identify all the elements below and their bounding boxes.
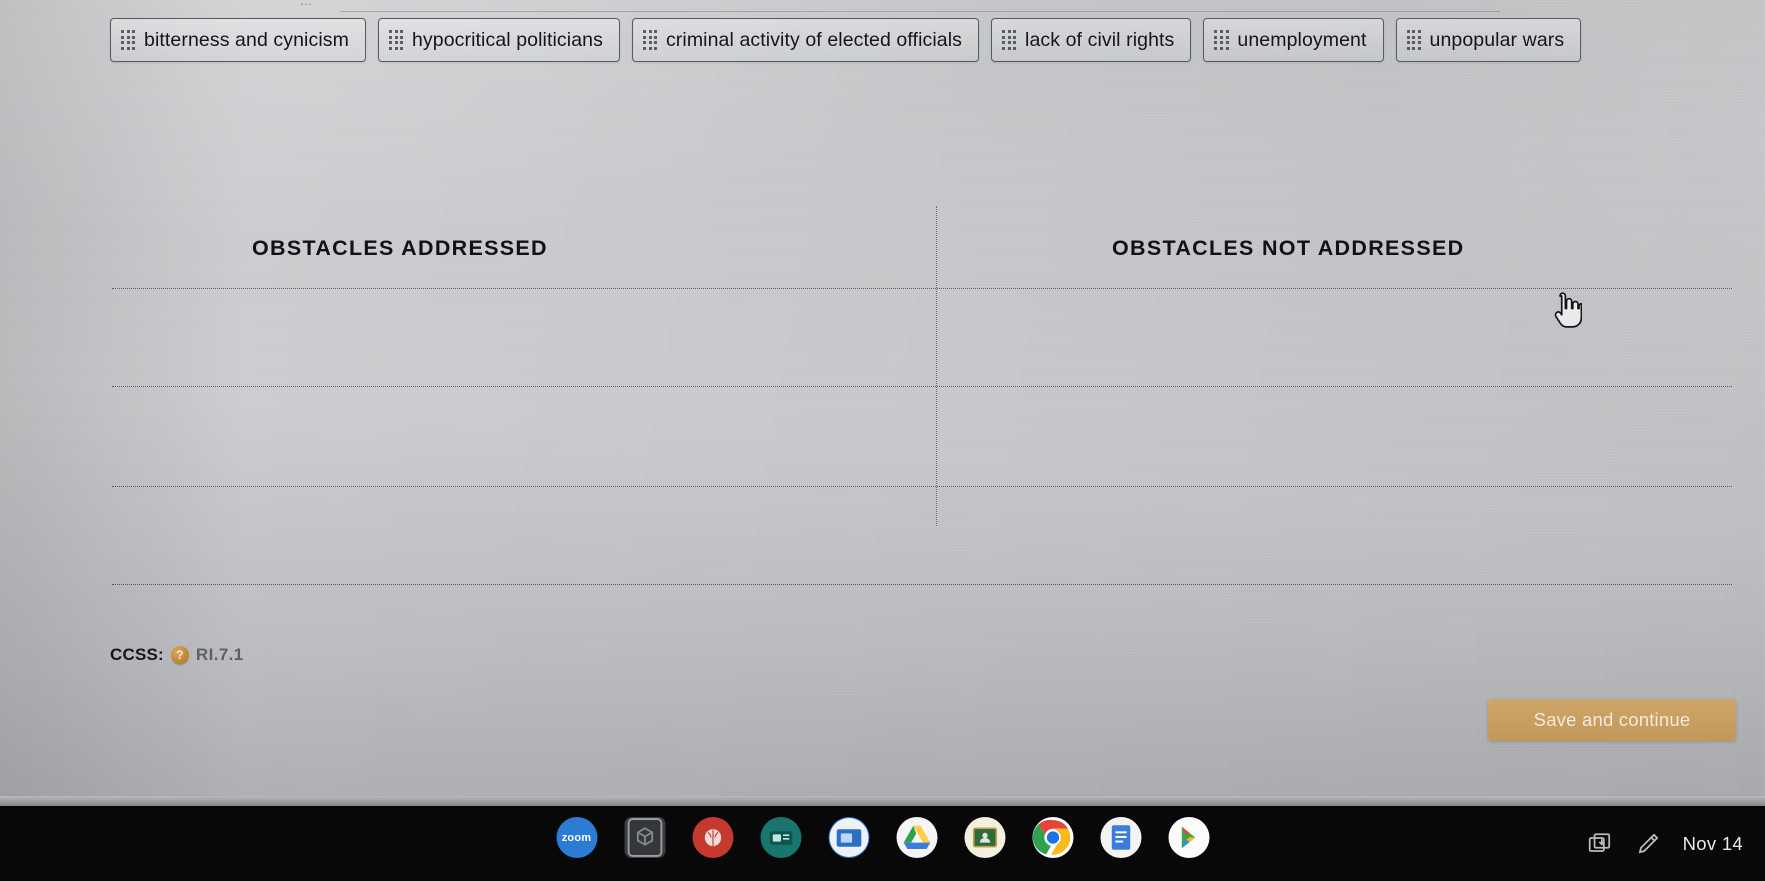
row-divider [112,386,1732,387]
ccss-label: CCSS: [110,645,164,664]
brainpop-icon [692,817,733,858]
drag-handle-icon[interactable] [642,30,658,50]
answer-chip[interactable]: unpopular wars [1395,18,1582,62]
shelf-app-google-chrome[interactable] [1032,817,1073,858]
row-divider [112,486,1732,487]
drag-handle-icon[interactable] [388,30,404,50]
top-divider [340,11,1500,12]
pointing-hand-cursor [1554,292,1582,328]
dropzone-not-addressed-2[interactable] [940,388,1732,486]
shelf-clock[interactable]: Nov 14 [1683,833,1747,855]
shelf-app-google-docs[interactable] [1100,817,1141,858]
drag-handle-icon[interactable] [1214,30,1229,50]
shelf-app-teal-app[interactable] [760,817,801,858]
shelf-app-label: zoom [561,831,592,844]
lesson-page: … bitterness and cynicism hypocritical po… [0,0,1765,806]
dropzone-addressed-1[interactable] [112,290,934,386]
chromebook-screen: … bitterness and cynicism hypocritical po… [0,0,1765,806]
classroom-icon [964,817,1005,858]
play-store-icon [1168,817,1209,858]
ccss-standard: CCSS: ? RI.7.1 [110,645,244,665]
dropzone-not-addressed-3[interactable] [940,488,1732,584]
clipped-prompt-text: … [300,0,720,6]
files-icon [624,817,665,858]
blue-app-icon [828,817,869,858]
answer-chip[interactable]: criminal activity of elected officials [631,18,980,62]
sorting-table: OBSTACLES ADDRESSED OBSTACLES NOT ADDRES… [112,206,1732,596]
answer-chip-label: lack of civil rights [1025,28,1175,51]
answer-chip-label: hypocritical politicians [411,28,603,51]
shelf-app-google-drive[interactable] [896,817,937,858]
shelf-app-files[interactable] [624,817,665,858]
dropzone-addressed-2[interactable] [112,388,934,486]
column-divider [936,206,937,526]
column-header-not-addressed: OBSTACLES NOT ADDRESSED [1112,236,1465,260]
shelf-app-zoom[interactable]: zoom [556,817,597,858]
google-drive-icon [896,817,937,858]
answer-chip-label: unemployment [1237,28,1367,51]
screen-capture-icon[interactable] [1587,831,1613,857]
drag-handle-icon[interactable] [1002,30,1017,50]
screen-bezel [0,796,1765,806]
row-divider [112,288,1732,289]
system-tray[interactable]: Nov 14 [1587,806,1747,881]
shelf-app-play-store[interactable] [1168,817,1209,858]
dropzone-addressed-3[interactable] [112,488,934,584]
teal-app-icon [760,817,801,858]
google-chrome-icon [1032,817,1073,858]
stylus-pen-icon[interactable] [1635,831,1661,857]
drag-handle-icon[interactable] [121,30,136,50]
row-divider [112,584,1732,585]
column-header-addressed: OBSTACLES ADDRESSED [252,236,548,260]
chromeos-shelf: zoom Nov 14 [0,796,1765,881]
answer-chip[interactable]: hypocritical politicians [377,18,620,62]
dropzone-not-addressed-1[interactable] [940,290,1732,386]
google-docs-icon [1100,817,1141,858]
answer-choice-bank[interactable]: bitterness and cynicism hypocritical poli… [110,18,1710,84]
shelf-app-blue-app[interactable] [828,817,869,858]
answer-chip[interactable]: bitterness and cynicism [110,18,366,62]
drag-handle-icon[interactable] [1406,30,1421,50]
answer-chip-label: unpopular wars [1429,28,1565,51]
question-mark-icon[interactable]: ? [170,646,189,664]
shelf-app-dock[interactable]: zoom [556,817,1209,858]
save-and-continue-button[interactable]: Save and continue [1488,699,1736,741]
ccss-code: RI.7.1 [195,645,244,664]
answer-chip[interactable]: unemployment [1203,18,1384,62]
answer-chip[interactable]: lack of civil rights [991,18,1192,62]
shelf-app-brainpop[interactable] [692,817,733,858]
shelf-app-classroom[interactable] [964,817,1005,858]
answer-chip-label: criminal activity of elected officials [665,28,963,51]
answer-chip-label: bitterness and cynicism [144,28,349,51]
